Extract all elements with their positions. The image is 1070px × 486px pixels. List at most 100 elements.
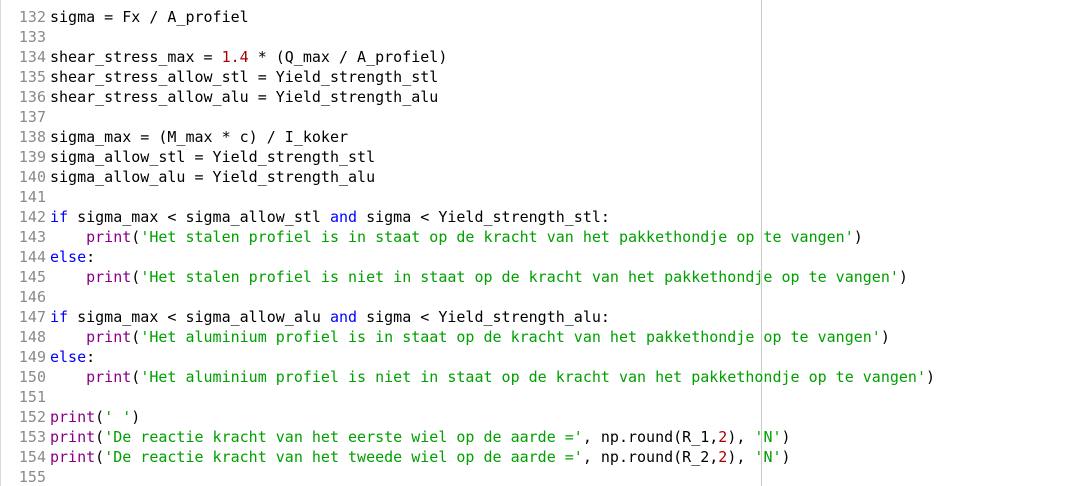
code-line[interactable]: 146: [0, 287, 935, 307]
code-token-plain: :: [86, 248, 96, 266]
code-token-plain: sigma < Yield_strength_stl:: [357, 208, 610, 226]
code-token-plain: ): [131, 408, 141, 426]
code-line[interactable]: 140 sigma_allow_alu = Yield_strength_alu: [0, 167, 935, 187]
line-number: 133: [18, 28, 46, 46]
code-token-kw: if: [50, 208, 69, 226]
code-token-str: 'De reactie kracht van het tweede wiel o…: [104, 448, 583, 466]
code-token-plain: (: [95, 408, 105, 426]
line-code: shear_stress_allow_stl = Yield_strength_…: [50, 67, 438, 87]
code-token-plain: ): [853, 228, 863, 246]
line-code: print('Het aluminium profiel is niet in …: [50, 367, 935, 387]
code-token-plain: , np.round(R_2,: [582, 448, 719, 466]
line-number: 140: [18, 168, 46, 186]
code-line[interactable]: 142 if sigma_max < sigma_allow_stl and si…: [0, 207, 935, 227]
line-number: 144: [18, 248, 46, 266]
code-token-str: ' ': [104, 408, 132, 426]
line-code: else:: [50, 347, 95, 367]
code-line[interactable]: 135 shear_stress_allow_stl = Yield_streng…: [0, 67, 935, 87]
code-line[interactable]: 151: [0, 387, 935, 407]
code-token-str: 'Het aluminium profiel is niet in staat …: [140, 368, 926, 386]
line-number: 147: [18, 308, 46, 326]
code-token-str: 'Het stalen profiel is niet in staat op …: [140, 268, 899, 286]
line-number: 143: [18, 228, 46, 246]
code-token-plain: , np.round(R_1,: [582, 428, 719, 446]
code-token-plain: ),: [727, 428, 755, 446]
code-line[interactable]: 148 print('Het aluminium profiel is in s…: [0, 327, 935, 347]
code-line[interactable]: 147 if sigma_max < sigma_allow_alu and si…: [0, 307, 935, 327]
code-line[interactable]: 141: [0, 187, 935, 207]
code-token-plain: ): [880, 328, 890, 346]
code-token-plain: sigma = Fx / A_profiel: [50, 8, 249, 26]
line-code: shear_stress_max = 1.4 * (Q_max / A_prof…: [50, 47, 447, 67]
line-code: sigma_max = (M_max * c) / I_koker: [50, 127, 348, 147]
code-token-plain: (: [95, 448, 105, 466]
code-token-kw: else: [50, 248, 87, 266]
line-number: 149: [18, 348, 46, 366]
code-line[interactable]: 153 print('De reactie kracht van het eers…: [0, 427, 935, 447]
code-line[interactable]: 133: [0, 27, 935, 47]
line-number: 138: [18, 128, 46, 146]
code-token-plain: shear_stress_max =: [50, 48, 222, 66]
line-number: 151: [18, 388, 46, 406]
line-code: if sigma_max < sigma_allow_alu and sigma…: [50, 307, 610, 327]
line-code: sigma = Fx / A_profiel: [50, 7, 249, 27]
code-line[interactable]: 144 else:: [0, 247, 935, 267]
code-token-kw: else: [50, 348, 87, 366]
code-token-fn: print: [50, 408, 96, 426]
code-token-str: 'De reactie kracht van het eerste wiel o…: [104, 428, 583, 446]
code-token-plain: :: [86, 348, 96, 366]
code-line[interactable]: 132 sigma = Fx / A_profiel: [0, 7, 935, 27]
code-token-fn: print: [50, 448, 96, 466]
line-number: 146: [18, 288, 46, 306]
code-line[interactable]: 154 print('De reactie kracht van het twee…: [0, 447, 935, 467]
line-code: print('Het aluminium profiel is in staat…: [50, 327, 890, 347]
code-token-fn: print: [86, 228, 132, 246]
code-editor[interactable]: 132 sigma = Fx / A_profiel 133 134 shear_str…: [0, 0, 1070, 486]
code-line[interactable]: 150 print('Het aluminium profiel is niet…: [0, 367, 935, 387]
code-token-plain: ),: [727, 448, 755, 466]
code-token-str: 'N': [754, 448, 782, 466]
code-token-plain: sigma_max = (M_max * c) / I_koker: [50, 128, 349, 146]
line-code: sigma_allow_alu = Yield_strength_alu: [50, 167, 375, 187]
code-token-plain: sigma < Yield_strength_alu:: [357, 308, 610, 326]
code-token-plain: (: [131, 328, 141, 346]
line-number: 136: [18, 88, 46, 106]
line-number: 141: [18, 188, 46, 206]
code-token-plain: (: [131, 228, 141, 246]
code-line[interactable]: 139 sigma_allow_stl = Yield_strength_stl: [0, 147, 935, 167]
code-token-plain: (: [95, 428, 105, 446]
line-code: print(' '): [50, 407, 140, 427]
code-token-kw: if: [50, 308, 69, 326]
code-token-plain: sigma_max < sigma_allow_stl: [68, 208, 330, 226]
code-token-fn: print: [86, 268, 132, 286]
code-token-plain: ): [926, 368, 936, 386]
code-token-str: 'N': [754, 428, 782, 446]
code-line[interactable]: 137: [0, 107, 935, 127]
line-number: 134: [18, 48, 46, 66]
code-line[interactable]: 145 print('Het stalen profiel is niet in…: [0, 267, 935, 287]
code-line[interactable]: 136 shear_stress_allow_alu = Yield_streng…: [0, 87, 935, 107]
code-line[interactable]: 134 shear_stress_max = 1.4 * (Q_max / A_p…: [0, 47, 935, 67]
line-number: 132: [18, 8, 46, 26]
line-number: 137: [18, 108, 46, 126]
line-number: 154: [18, 448, 46, 466]
code-token-plain: * (Q_max / A_profiel): [248, 48, 448, 66]
code-line[interactable]: 152 print(' '): [0, 407, 935, 427]
line-number: 135: [18, 68, 46, 86]
code-line[interactable]: 155: [0, 467, 935, 486]
code-area[interactable]: 132 sigma = Fx / A_profiel 133 134 shear_str…: [0, 7, 935, 486]
line-number: 139: [18, 148, 46, 166]
line-number: 148: [18, 328, 46, 346]
code-line[interactable]: 138 sigma_max = (M_max * c) / I_koker: [0, 127, 935, 147]
code-line[interactable]: 143 print('Het stalen profiel is in staa…: [0, 227, 935, 247]
line-code: else:: [50, 247, 95, 267]
code-token-num: 2: [718, 428, 728, 446]
code-token-num: 1.4: [221, 48, 249, 66]
code-token-plain: shear_stress_allow_alu = Yield_strength_…: [50, 88, 439, 106]
code-token-plain: ): [781, 428, 791, 446]
code-line[interactable]: 149 else:: [0, 347, 935, 367]
line-number: 142: [18, 208, 46, 226]
